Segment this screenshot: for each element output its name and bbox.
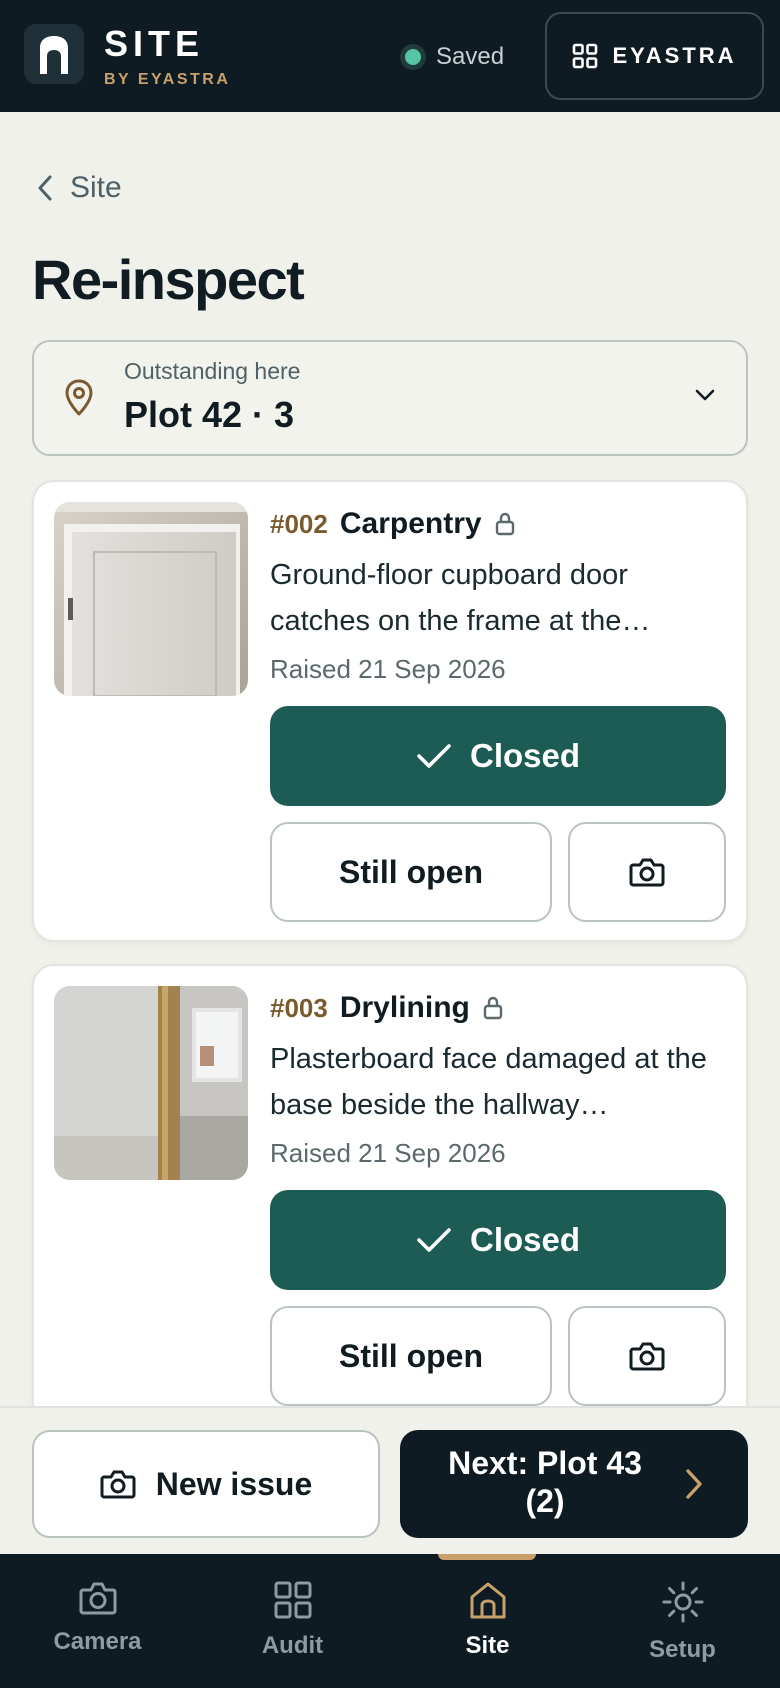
- issue-description: Plasterboard face damaged at the base be…: [270, 1043, 707, 1121]
- issue-trade: Drylining: [339, 991, 470, 1024]
- nav-item-camera[interactable]: Camera: [0, 1554, 195, 1688]
- add-photo-button[interactable]: [568, 1306, 726, 1406]
- issue-number: #003: [270, 992, 328, 1023]
- still-open-label: Still open: [339, 1337, 483, 1374]
- issue-trade: Carpentry: [339, 507, 482, 540]
- nav-label-audit: Audit: [261, 1632, 324, 1659]
- org-switcher-label: EYASTRA: [612, 43, 737, 68]
- issue-card: #003 Drylining Plasterboard face damaged…: [32, 964, 748, 1426]
- gear-icon: [662, 1581, 703, 1623]
- still-open-label: Still open: [339, 853, 483, 890]
- mark-closed-button[interactable]: Closed: [270, 706, 726, 806]
- mark-closed-label: Closed: [469, 737, 581, 774]
- issue-header: #003 Drylining: [270, 990, 504, 1026]
- nav-label-setup: Setup: [649, 1636, 716, 1663]
- camera-icon: [629, 1342, 665, 1371]
- mark-closed-button[interactable]: Closed: [270, 1190, 726, 1290]
- org-switcher-button[interactable]: EYASTRA: [545, 12, 764, 100]
- issue-number: #002: [270, 508, 328, 539]
- status-dot-icon: [400, 44, 426, 70]
- nav-item-site[interactable]: Site: [390, 1554, 585, 1688]
- nav-label-camera: Camera: [53, 1628, 142, 1655]
- location-dropdown[interactable]: Outstanding here Plot 42 · 3: [32, 340, 748, 456]
- page-title: Re-inspect: [32, 248, 305, 311]
- chevron-right-icon: [686, 1469, 702, 1499]
- still-open-button[interactable]: Still open: [270, 822, 552, 922]
- apps-grid-icon: [573, 43, 598, 69]
- camera-icon: [100, 1470, 136, 1499]
- issue-photo-thumbnail[interactable]: [54, 986, 248, 1180]
- issue-card: #002 Carpentry Ground-floor cupboard doo…: [32, 480, 748, 942]
- app-logo[interactable]: [24, 24, 84, 84]
- top-bar: SITE BY EYASTRA Saved EYASTRA: [0, 0, 780, 112]
- mark-closed-label: Closed: [469, 1221, 581, 1258]
- back-link-label: Site: [70, 171, 122, 204]
- add-photo-button[interactable]: [568, 822, 726, 922]
- chevron-down-icon: [695, 389, 715, 401]
- issue-photo-thumbnail[interactable]: [54, 502, 248, 696]
- camera-icon: [79, 1582, 116, 1615]
- issue-header: #002 Carpentry: [270, 506, 516, 542]
- nav-item-setup[interactable]: Setup: [585, 1554, 780, 1688]
- back-link[interactable]: Site: [36, 168, 122, 208]
- save-status-label: Saved: [436, 43, 505, 70]
- map-pin-icon: [65, 379, 93, 416]
- action-bar: New issue Next: Plot 43 (2): [0, 1406, 780, 1554]
- save-status: Saved: [400, 40, 504, 74]
- issue-raised-date: Raised 21 Sep 2026: [270, 1138, 506, 1168]
- lock-icon: [495, 512, 514, 536]
- nav-item-audit[interactable]: Audit: [195, 1554, 390, 1688]
- checkmark-icon: [417, 1228, 451, 1252]
- still-open-button[interactable]: Still open: [270, 1306, 552, 1406]
- new-issue-button[interactable]: New issue: [32, 1430, 380, 1538]
- lock-icon: [483, 996, 503, 1020]
- location-caption: Outstanding here: [124, 358, 301, 384]
- issue-description: Ground-floor cupboard door catches on th…: [270, 559, 651, 637]
- logo-arch-icon: [40, 36, 68, 74]
- chevron-left-icon: [38, 175, 52, 201]
- next-plot-button[interactable]: Next: Plot 43 (2): [400, 1430, 748, 1538]
- brand-title: SITE: [104, 23, 205, 64]
- checkmark-icon: [417, 744, 451, 768]
- house-icon: [470, 1582, 505, 1619]
- brand-subtitle: BY EYASTRA: [104, 71, 231, 88]
- new-issue-label: New issue: [155, 1465, 313, 1502]
- next-plot-label: Next: Plot 43 (2): [448, 1445, 642, 1519]
- location-value: Plot 42 · 3: [124, 394, 295, 435]
- door-photo-image: [54, 502, 248, 696]
- bottom-nav: Camera Audit Site Setup: [0, 1554, 780, 1688]
- grid-icon: [274, 1581, 311, 1619]
- nav-label-site: Site: [465, 1632, 510, 1659]
- app-screen: SITE BY EYASTRA Saved EYASTRA Site Re-in…: [0, 0, 780, 1688]
- issue-raised-date: Raised 21 Sep 2026: [270, 654, 506, 684]
- wall-photo-image: [54, 986, 248, 1180]
- camera-icon: [629, 858, 665, 887]
